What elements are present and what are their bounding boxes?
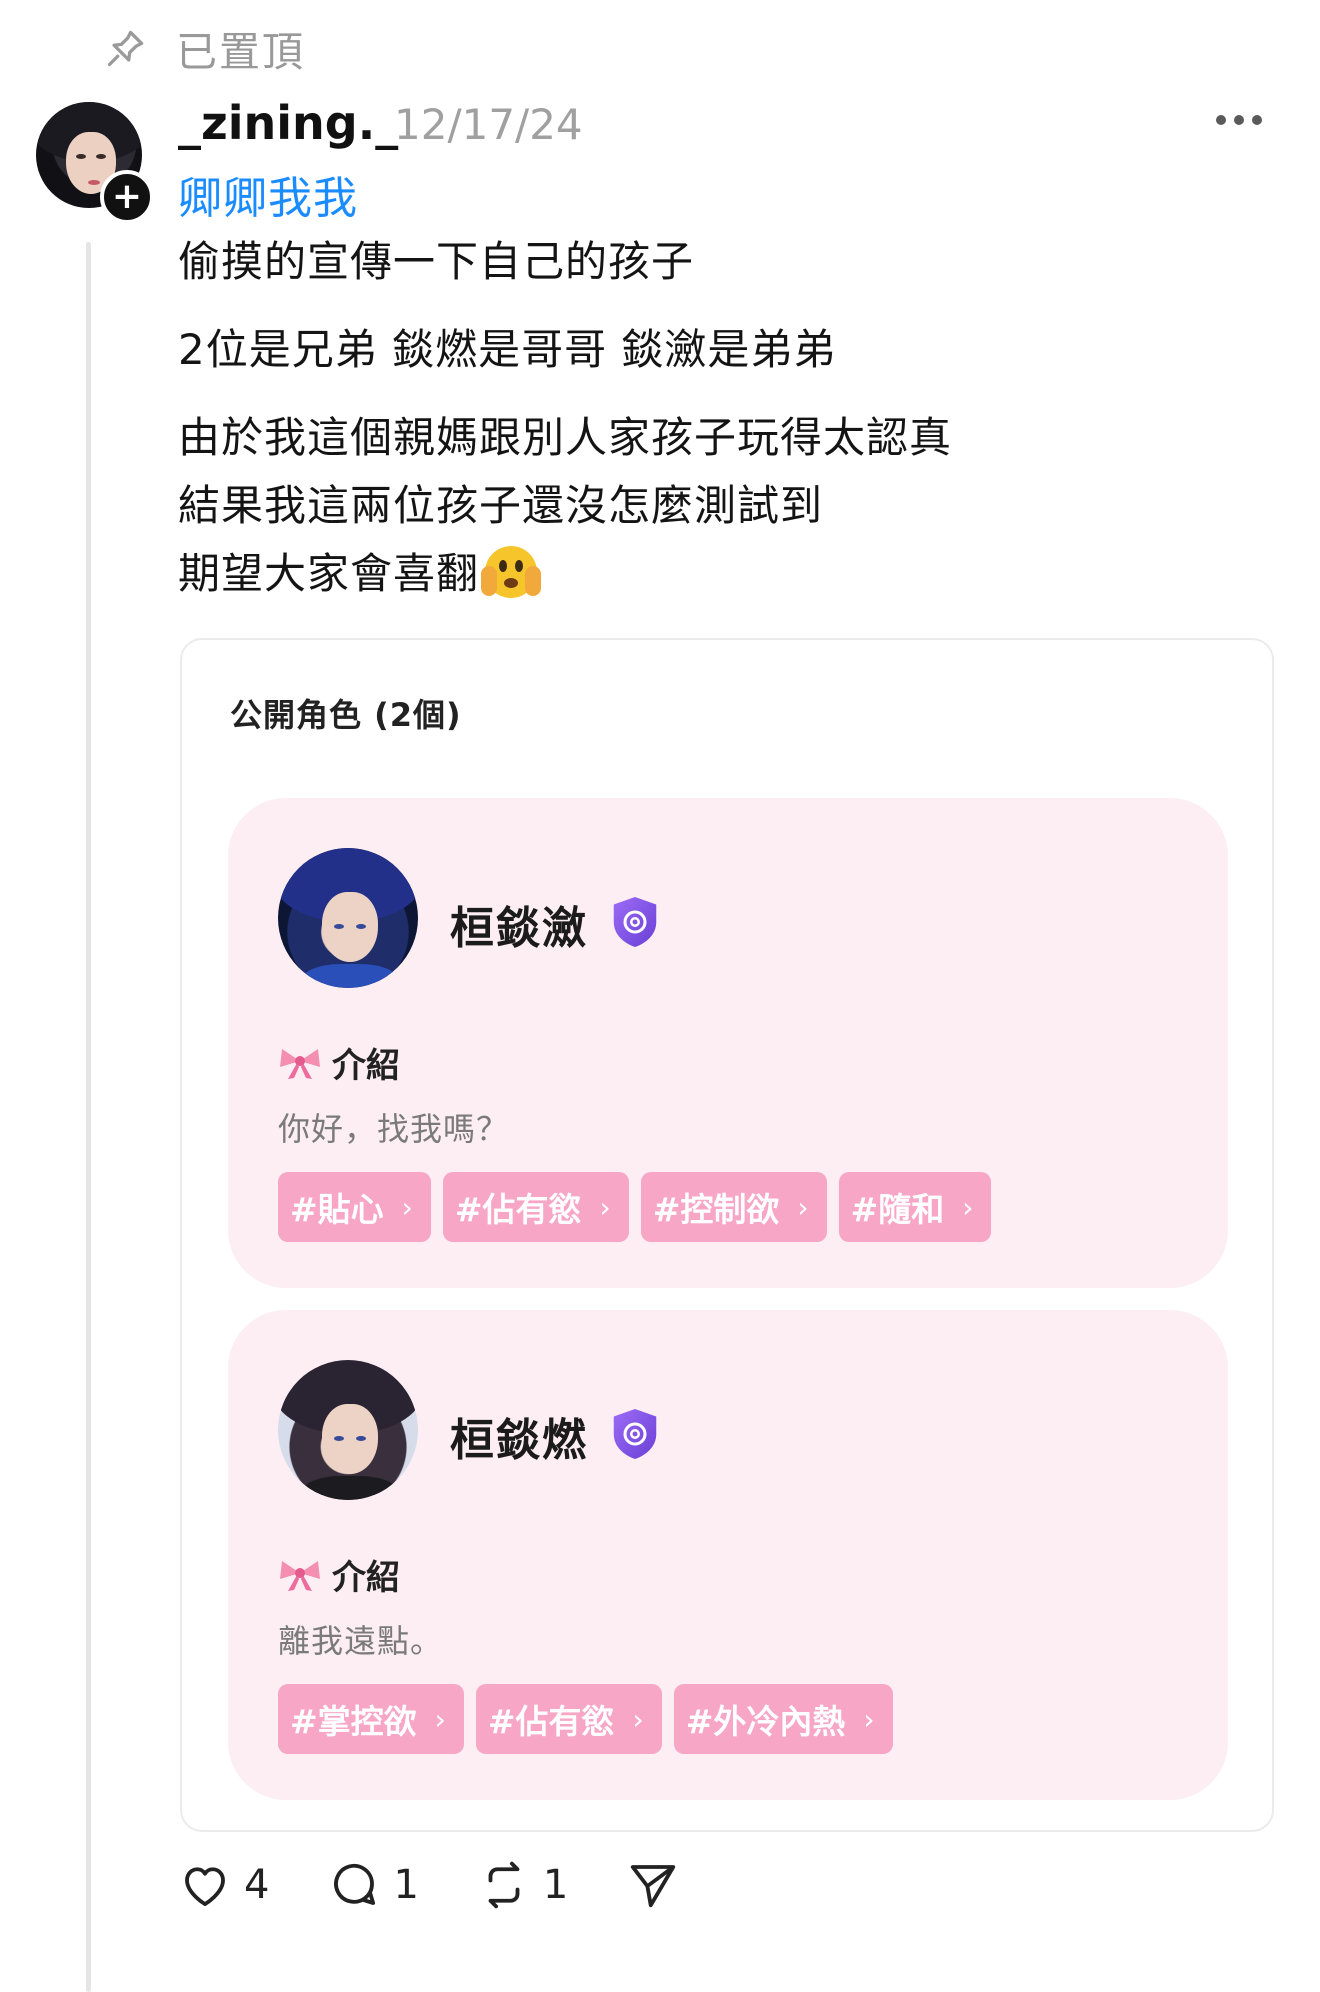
share-button[interactable] xyxy=(626,1858,680,1912)
comment-button[interactable]: 1 xyxy=(327,1858,419,1912)
chevron-right-icon: › xyxy=(599,1190,611,1224)
chevron-right-icon: › xyxy=(434,1702,446,1736)
tag-list: #掌控欲 › #佔有慾 › #外冷內熱 › xyxy=(278,1684,905,1754)
chevron-right-icon: › xyxy=(632,1702,644,1736)
tag-list: #貼心 › #佔有慾 › #控制欲 › #隨和 › xyxy=(278,1172,1003,1242)
repost-count: 1 xyxy=(542,1862,569,1908)
pinned-label: 已置頂 xyxy=(176,28,305,76)
follow-plus-icon[interactable]: + xyxy=(100,170,154,224)
more-options-icon[interactable] xyxy=(1216,110,1262,130)
face-with-hand-over-mouth-emoji-icon xyxy=(481,546,542,598)
repost-icon xyxy=(488,1861,520,1909)
trait-tag[interactable]: #控制欲 › xyxy=(640,1172,827,1242)
chevron-right-icon: › xyxy=(962,1190,974,1224)
intro-row: 介紹 xyxy=(278,1550,400,1599)
pinned-row: 已置頂 xyxy=(104,18,305,78)
like-count: 4 xyxy=(244,1862,270,1908)
trait-tag[interactable]: #佔有慾 › xyxy=(442,1172,629,1242)
trait-tag[interactable]: #掌控欲 › xyxy=(278,1684,464,1754)
character-name: 桓錟瀲 xyxy=(450,903,588,954)
intro-label: 介紹 xyxy=(332,1046,400,1086)
character-panel[interactable]: 桓錟燃 介紹 離我遠點。 #掌控欲 › #佔有慾 › #外冷內熱 › xyxy=(228,1310,1228,1800)
comment-count: 1 xyxy=(393,1862,419,1908)
username[interactable]: _zining._ xyxy=(178,96,398,150)
intro-row: 介紹 xyxy=(278,1038,400,1087)
post-line: 期望大家會喜翻 xyxy=(178,549,480,598)
trait-tag[interactable]: #外冷內熱 › xyxy=(673,1684,893,1754)
action-bar: 4 1 1 xyxy=(178,1858,738,1912)
verified-shield-icon xyxy=(613,897,657,947)
card-title: 公開角色 (2個) xyxy=(230,696,462,734)
post-line: 2位是兄弟 錟燃是哥哥 錟瀲是弟弟 xyxy=(178,325,837,374)
trait-tag[interactable]: #貼心 › xyxy=(278,1172,431,1242)
ribbon-bow-icon xyxy=(280,1560,320,1591)
topic-tag[interactable]: 卿卿我我 xyxy=(178,162,358,226)
character-name: 桓錟燃 xyxy=(450,1415,588,1466)
repost-button[interactable]: 1 xyxy=(477,1858,568,1912)
heart-icon xyxy=(185,1867,225,1907)
post-line: 由於我這個親媽跟別人家孩子玩得太認真 xyxy=(178,413,953,462)
intro-text: 離我遠點。 xyxy=(278,1622,444,1660)
like-button[interactable]: 4 xyxy=(178,1858,269,1912)
post-body: 偷摸的宣傳一下自己的孩子 2位是兄弟 錟燃是哥哥 錟瀲是弟弟 由於我這個親媽跟別… xyxy=(178,228,952,608)
chevron-right-icon: › xyxy=(797,1190,809,1224)
chevron-right-icon: › xyxy=(863,1702,875,1736)
character-avatar[interactable] xyxy=(278,1360,418,1500)
trait-tag[interactable]: #佔有慾 › xyxy=(475,1684,662,1754)
ribbon-bow-icon xyxy=(280,1048,320,1079)
intro-text: 你好，找我嗎？ xyxy=(278,1110,510,1148)
character-panel[interactable]: 桓錟瀲 介紹 你好，找我嗎？ #貼心 › #佔有慾 › #控制欲 › #隨和 › xyxy=(228,798,1228,1288)
trait-tag[interactable]: #隨和 › xyxy=(838,1172,992,1242)
post-line: 結果我這兩位孩子還沒怎麼測試到 xyxy=(178,481,824,530)
pin-icon xyxy=(107,30,144,67)
comment-icon xyxy=(334,1863,376,1905)
send-icon xyxy=(631,1865,676,1908)
chevron-right-icon: › xyxy=(401,1190,413,1224)
verified-shield-icon xyxy=(613,1409,657,1459)
character-card[interactable]: 公開角色 (2個) 桓錟瀲 介紹 你好，找我嗎？ #貼心 › #佔有慾 › #控制欲… xyxy=(180,638,1274,1832)
post-date: 12/17/24 xyxy=(394,100,583,149)
intro-label: 介紹 xyxy=(332,1558,400,1598)
post-line: 偷摸的宣傳一下自己的孩子 xyxy=(178,237,695,286)
character-avatar[interactable] xyxy=(278,848,418,988)
thread-line xyxy=(86,242,91,1992)
